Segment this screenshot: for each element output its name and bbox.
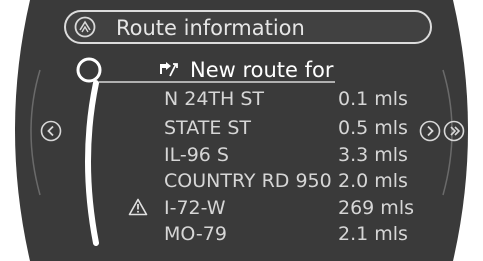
- chevron-right-end-icon[interactable]: [443, 120, 465, 142]
- route-street: IL-96 S: [164, 144, 229, 166]
- chevron-right-icon[interactable]: [419, 120, 441, 142]
- route-row[interactable]: STATE ST 0.5 mls: [164, 116, 424, 140]
- route-distance: 269 mls: [338, 197, 414, 219]
- route-street: MO-79: [164, 223, 227, 245]
- route-distance: 0.1 mls: [338, 88, 408, 110]
- new-route-icon: [160, 62, 178, 77]
- route-street: COUNTRY RD 950: [164, 170, 332, 192]
- route-distance: 3.3 mls: [338, 144, 408, 166]
- route-row[interactable]: I-72-W 269 mls: [164, 196, 424, 220]
- warning-icon: [128, 198, 148, 216]
- chevron-left-icon[interactable]: [40, 120, 62, 142]
- new-route-header[interactable]: New route for: [76, 57, 338, 84]
- new-route-label: New route for: [190, 58, 334, 82]
- route-row[interactable]: COUNTRY RD 950 2.0 mls: [164, 169, 424, 193]
- route-row[interactable]: N 24TH ST 0.1 mls: [164, 87, 424, 111]
- route-street: I-72-W: [164, 197, 226, 219]
- route-street: N 24TH ST: [164, 88, 265, 110]
- route-row[interactable]: MO-79 2.1 mls: [164, 222, 424, 246]
- route-street: STATE ST: [164, 117, 252, 139]
- route-row[interactable]: IL-96 S 3.3 mls: [164, 143, 424, 167]
- route-distance: 2.0 mls: [338, 170, 408, 192]
- route-distance: 0.5 mls: [338, 117, 408, 139]
- route-distance: 2.1 mls: [338, 223, 408, 245]
